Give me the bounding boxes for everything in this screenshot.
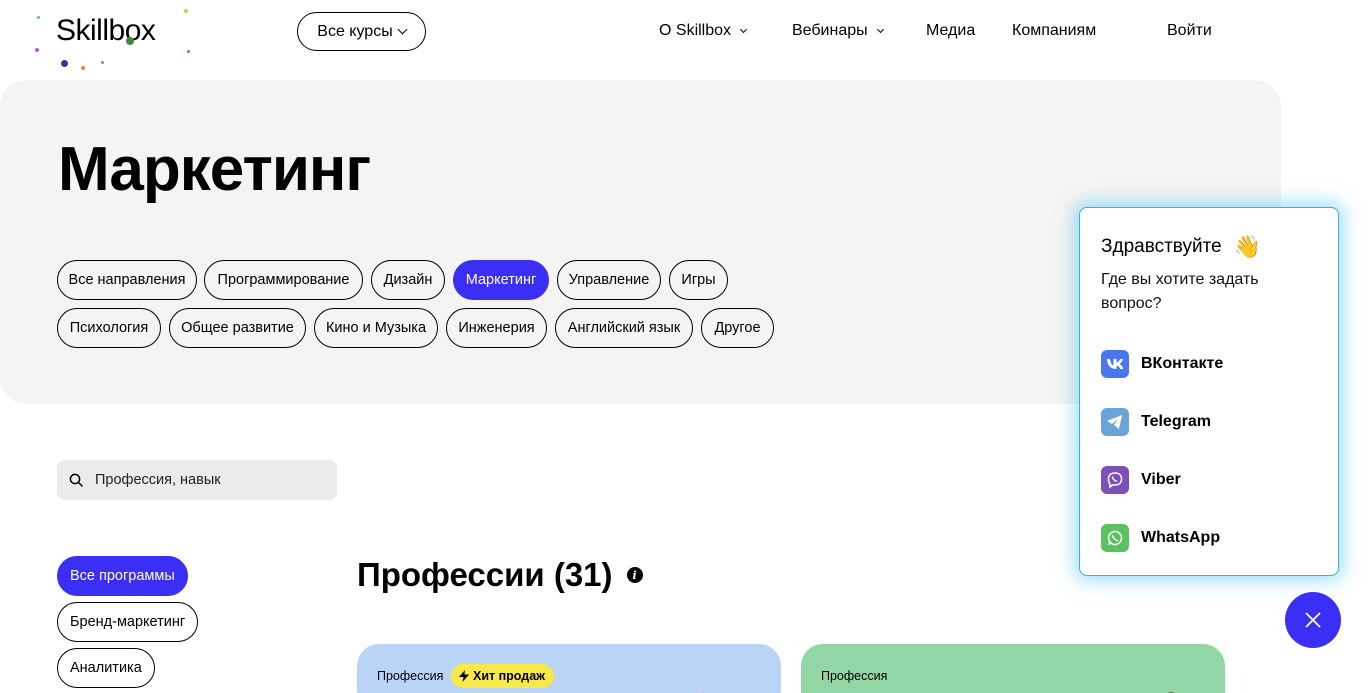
skillbox-logo[interactable]: Skillbox — [56, 14, 156, 48]
chat-option-telegram[interactable]: Telegram — [1101, 408, 1211, 436]
chat-greeting-text: Здравствуйте — [1101, 236, 1222, 257]
waving-hand-icon: 👋 — [1233, 234, 1262, 259]
category-chip-engineering[interactable]: Инженерия — [446, 308, 547, 348]
logo-confetti — [35, 48, 39, 52]
search-icon — [69, 473, 83, 487]
chevron-down-icon — [397, 24, 408, 35]
category-chip-cinema-music[interactable]: Кино и Музыка — [314, 308, 438, 348]
chat-option-label: Telegram — [1141, 413, 1211, 430]
chat-option-label: ВКонтакте — [1141, 355, 1224, 372]
category-chip-design[interactable]: Дизайн — [371, 260, 445, 300]
chat-option-whatsapp[interactable]: WhatsApp — [1101, 524, 1220, 552]
header: Skillbox Все курсы О Skillbox Вебинары М… — [0, 0, 1369, 70]
chevron-down-icon — [876, 25, 884, 34]
chevron-down-icon — [739, 25, 748, 34]
category-chip-psychology[interactable]: Психология — [57, 308, 161, 348]
nav-webinars[interactable]: Вебинары — [792, 22, 884, 40]
logo-confetti — [37, 16, 40, 19]
nav-webinars-label: Вебинары — [792, 22, 868, 39]
whatsapp-icon — [1101, 524, 1129, 552]
category-chip-english[interactable]: Английский язык — [555, 308, 693, 348]
logo-confetti — [81, 66, 85, 70]
chat-close-button[interactable] — [1285, 592, 1341, 648]
hit-badge: Хит продаж — [451, 664, 555, 688]
vk-icon — [1101, 350, 1129, 378]
logo-confetti — [101, 61, 104, 64]
all-courses-label: Все курсы — [317, 22, 393, 40]
chat-option-label: WhatsApp — [1141, 529, 1221, 546]
search-input[interactable] — [95, 472, 315, 488]
category-chip-all[interactable]: Все направления — [57, 260, 197, 300]
filter-all-programs[interactable]: Все программы — [57, 556, 188, 596]
profession-card[interactable]: Профессия Хит продаж — [357, 644, 781, 693]
logo-confetti — [61, 60, 68, 67]
nav-media[interactable]: Медиа — [926, 22, 975, 40]
all-courses-button[interactable]: Все курсы — [297, 12, 426, 51]
filter-analytics[interactable]: Аналитика — [57, 648, 155, 688]
nav-about-label: О Skillbox — [659, 22, 732, 39]
category-chip-management[interactable]: Управление — [557, 260, 661, 300]
chat-greeting: Здравствуйте 👋 — [1101, 234, 1261, 260]
professions-heading: Профессии (31) i — [357, 556, 643, 594]
page-title: Маркетинг — [58, 135, 371, 204]
viber-icon — [1101, 466, 1129, 494]
chat-widget: Здравствуйте 👋 Где вы хотите задать вопр… — [1079, 207, 1339, 576]
logo-confetti — [126, 37, 134, 45]
card-illustration — [700, 692, 704, 693]
search-box[interactable] — [57, 460, 337, 500]
chat-option-vk[interactable]: ВКонтакте — [1101, 350, 1223, 378]
lightning-icon — [459, 670, 469, 682]
chat-option-label: Viber — [1141, 471, 1181, 488]
card-illustration — [1167, 692, 1175, 693]
professions-title: Профессии (31) — [357, 556, 613, 593]
chat-option-viber[interactable]: Viber — [1101, 466, 1181, 494]
logo-confetti — [187, 50, 190, 53]
chat-question: Где вы хотите задать вопрос? — [1101, 271, 1259, 312]
nav-companies[interactable]: Компаниям — [1012, 22, 1096, 40]
category-chip-games[interactable]: Игры — [669, 260, 728, 300]
category-chip-general[interactable]: Общее развитие — [169, 308, 306, 348]
hit-badge-label: Хит продаж — [473, 669, 546, 683]
profession-card[interactable]: Профессия — [801, 644, 1225, 693]
info-icon[interactable]: i — [626, 567, 643, 583]
card-type-label: Профессия — [377, 669, 444, 683]
close-icon — [1305, 612, 1321, 628]
logo-confetti — [184, 9, 188, 13]
category-chip-other[interactable]: Другое — [701, 308, 774, 348]
filter-brand-marketing[interactable]: Бренд-маркетинг — [57, 602, 199, 642]
telegram-icon — [1101, 408, 1129, 436]
nav-about[interactable]: О Skillbox — [659, 22, 748, 40]
login-link[interactable]: Войти — [1167, 22, 1212, 40]
category-chip-marketing[interactable]: Маркетинг — [453, 260, 549, 300]
card-type-label: Профессия — [821, 669, 888, 683]
category-chip-programming[interactable]: Программирование — [204, 260, 363, 300]
